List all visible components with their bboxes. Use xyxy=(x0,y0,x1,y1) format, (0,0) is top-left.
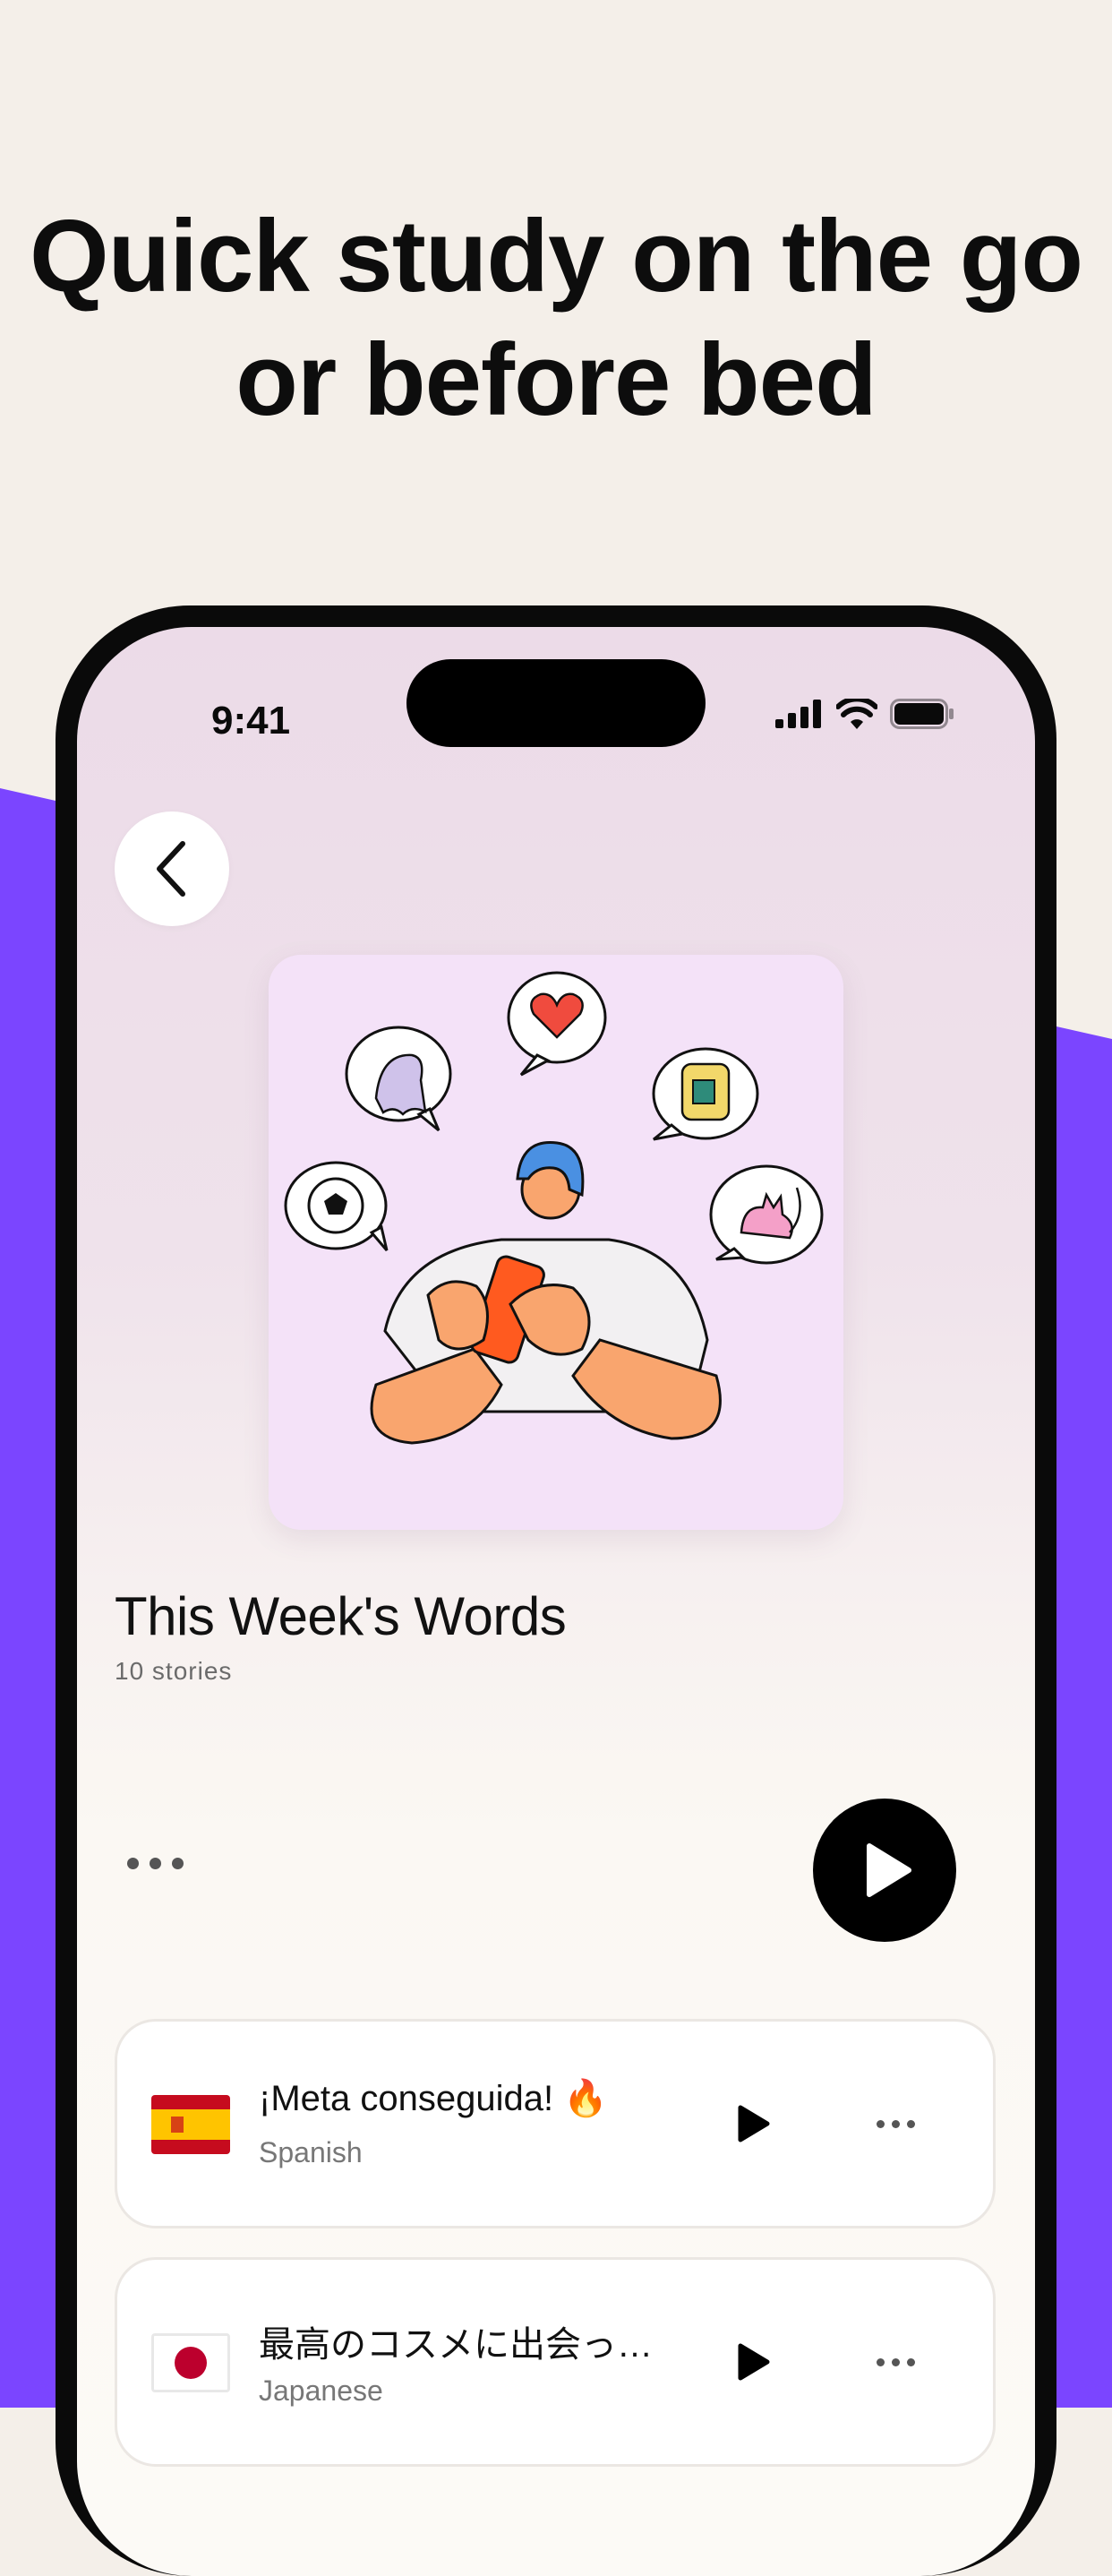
story-card[interactable]: 最高のコスメに出会っ… Japanese xyxy=(115,2257,996,2467)
headline-line-2: or before bed xyxy=(235,323,877,437)
story-more-button[interactable] xyxy=(877,2358,915,2366)
collection-cover-illustration xyxy=(269,955,843,1530)
more-dot xyxy=(892,2120,900,2128)
battery-icon xyxy=(890,699,954,729)
collection-subtitle: 10 stories xyxy=(115,1657,233,1685)
person-with-phone-illustration xyxy=(284,971,824,1445)
play-icon xyxy=(738,2343,770,2381)
spain-flag-icon xyxy=(151,2095,230,2154)
headline: Quick study on the go or before bed xyxy=(0,195,1112,442)
more-options-button[interactable] xyxy=(127,1858,184,1869)
status-time: 9:41 xyxy=(211,699,291,743)
play-icon xyxy=(738,2105,770,2142)
chevron-left-icon xyxy=(157,841,185,897)
more-horizontal-icon xyxy=(877,2358,885,2366)
collection-title: This Week's Words xyxy=(115,1586,567,1646)
story-play-button[interactable] xyxy=(735,2342,771,2386)
status-icons xyxy=(775,699,954,729)
more-dot xyxy=(907,2120,915,2128)
play-icon xyxy=(867,1843,911,1897)
more-dot xyxy=(172,1858,184,1869)
story-language: Japanese xyxy=(259,2374,383,2407)
play-all-button[interactable] xyxy=(813,1799,956,1942)
story-card[interactable]: ¡Meta conseguida! 🔥 Spanish xyxy=(115,2019,996,2228)
phone-frame: 9:41 This Week's Words 10 stories ¡Meta … xyxy=(56,605,1056,2576)
back-button[interactable] xyxy=(115,811,229,926)
japan-flag-icon xyxy=(151,2333,230,2392)
wifi-icon xyxy=(836,699,877,729)
headline-line-1: Quick study on the go xyxy=(29,200,1083,313)
dynamic-island xyxy=(406,659,706,747)
phone-screen: 9:41 This Week's Words 10 stories ¡Meta … xyxy=(77,627,1035,2576)
more-dot xyxy=(150,1858,161,1869)
cellular-signal-icon xyxy=(775,700,821,728)
more-horizontal-icon xyxy=(877,2120,885,2128)
more-dot xyxy=(892,2358,900,2366)
story-language: Spanish xyxy=(259,2136,363,2168)
story-play-button[interactable] xyxy=(735,2104,771,2148)
story-title: 最高のコスメに出会っ… xyxy=(259,2325,653,2365)
more-dot xyxy=(907,2358,915,2366)
story-title: ¡Meta conseguida! 🔥 xyxy=(259,2079,608,2118)
story-more-button[interactable] xyxy=(877,2120,915,2128)
more-horizontal-icon xyxy=(127,1858,139,1869)
